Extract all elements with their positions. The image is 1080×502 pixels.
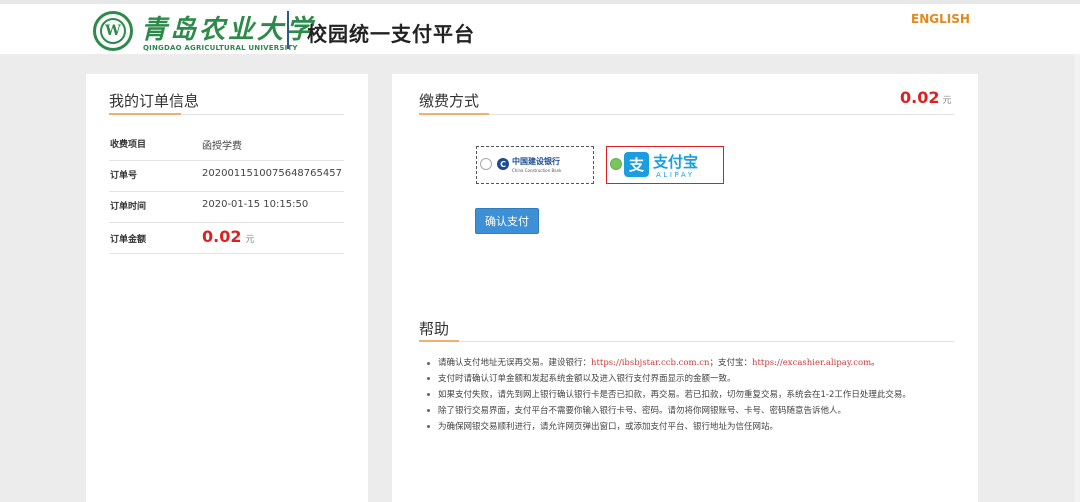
- order-number-value: 202001151007564876545​7: [202, 168, 342, 179]
- order-info-title: 我的订单信息: [109, 92, 200, 110]
- ccb-name-en: China Construction Bank: [512, 168, 562, 173]
- help-title: 帮助: [419, 320, 450, 338]
- order-row-amount: 订单金额 0.02 元: [109, 223, 344, 254]
- order-amount-unit: 元: [245, 235, 255, 245]
- header-divider: [287, 11, 289, 49]
- payment-method-title: 缴费方式: [419, 92, 480, 110]
- order-row-time: 订单时间 2020-01-15 10:15:50: [109, 192, 344, 223]
- help-title-rule: [419, 341, 954, 342]
- university-seal-icon: W: [93, 11, 133, 51]
- platform-title: 校园统一支付平台: [307, 22, 475, 46]
- order-row-label: 订单号: [110, 171, 138, 181]
- help-item: 支付时请确认订单金额和发起系统金额以及进入银行支付界面显示的金额一致。: [426, 372, 961, 387]
- order-amount-value: 0.02 元: [202, 227, 255, 246]
- alipay-url-link[interactable]: https://excashier.alipay.com: [752, 358, 871, 368]
- university-name-cn: 青岛农业大学: [141, 15, 316, 45]
- order-info-title-accent: [109, 113, 181, 115]
- order-time-value: 2020-01-15 10:15:50: [202, 199, 309, 210]
- page-scrollbar[interactable]: [1074, 54, 1080, 502]
- english-language-link[interactable]: ENGLISH: [911, 12, 970, 26]
- order-row-label: 订单时间: [110, 202, 147, 212]
- alipay-name-en: ALIPAY: [656, 171, 695, 179]
- alipay-logo-icon: 支: [624, 152, 649, 177]
- help-text: ；支付宝：: [709, 358, 753, 368]
- payment-total-amount: 0.02: [900, 88, 940, 107]
- payment-panel: 缴费方式 0.02 元 C 中国建设银行 China Construction B…: [392, 74, 978, 502]
- help-text: 请确认支付地址无误再交易。建设银行：: [438, 358, 592, 368]
- payment-total: 0.02 元: [900, 88, 952, 107]
- order-row-number: 订单号 202001151007564876545​7: [109, 161, 344, 192]
- ccb-url-link[interactable]: https://ibsbjstar.ccb.com.cn: [591, 358, 710, 368]
- alipay-name: 支付宝: [653, 153, 699, 171]
- order-row-label: 订单金额: [110, 235, 147, 245]
- seal-letter: W: [100, 18, 126, 44]
- help-item: 为确保网银交易顺利进行，请允许网页弹出窗口，或添加支付平台、银行地址为信任网站。: [426, 420, 961, 435]
- help-title-accent: [419, 340, 459, 342]
- alipay-radio-selected[interactable]: [610, 158, 622, 170]
- order-row-value: 函授学费: [202, 141, 242, 152]
- help-text: 。: [871, 358, 880, 368]
- order-info-panel: 我的订单信息 收费项目 函授学费 订单号 2020011510075648765…: [86, 74, 368, 502]
- order-amount-number: 0.02: [202, 227, 242, 246]
- help-item: 除了银行交易界面，支付平台不需要你输入银行卡号、密码。请勿将你网银账号、卡号、密…: [426, 404, 961, 419]
- payment-total-unit: 元: [942, 96, 952, 106]
- order-row-label: 收费项目: [110, 140, 147, 150]
- university-name-en: QINGDAO AGRICULTURAL UNIVERSITY: [143, 44, 298, 52]
- payment-option-ccb[interactable]: C 中国建设银行 China Construction Bank: [476, 146, 594, 184]
- payment-title-accent: [419, 113, 489, 115]
- order-row-item: 收费项目 函授学费: [109, 130, 344, 161]
- ccb-logo-icon: C: [497, 158, 509, 170]
- confirm-payment-button[interactable]: 确认支付: [475, 208, 539, 234]
- payment-title-rule: [419, 114, 954, 115]
- ccb-name: 中国建设银行: [512, 157, 560, 166]
- help-list: 请确认支付地址无误再交易。建设银行：https://ibsbjstar.ccb.…: [426, 356, 961, 435]
- help-item: 请确认支付地址无误再交易。建设银行：https://ibsbjstar.ccb.…: [426, 356, 961, 371]
- ccb-radio[interactable]: [480, 158, 492, 170]
- page-header: W 青岛农业大学 QINGDAO AGRICULTURAL UNIVERSITY…: [0, 4, 1080, 54]
- help-item: 如果支付失败，请先到网上银行确认银行卡是否已扣款，再交易。若已扣款，切勿重复交易…: [426, 388, 961, 403]
- payment-option-alipay[interactable]: 支 支付宝 ALIPAY: [606, 146, 724, 184]
